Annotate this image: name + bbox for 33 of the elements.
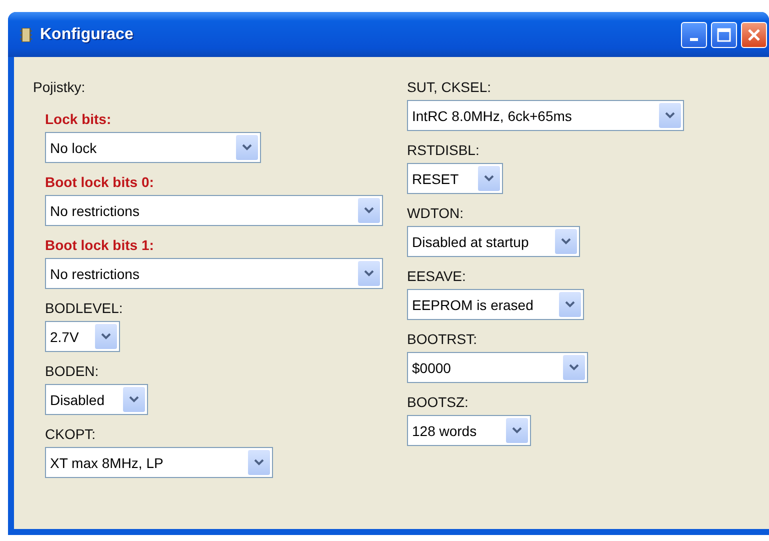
field-label: EESAVE: <box>407 268 467 285</box>
close-button[interactable] <box>741 22 767 48</box>
field-label: WDTON: <box>407 205 465 222</box>
dropdown[interactable]: No restrictions <box>45 195 383 226</box>
field-label: RSTDISBL: <box>407 142 480 159</box>
dropdown[interactable]: 2.7V <box>45 321 120 352</box>
field-label: BOOTSZ: <box>407 394 470 411</box>
field-label: Lock bits: <box>45 111 112 128</box>
field-label: SUT, CKSEL: <box>407 79 492 96</box>
dropdown[interactable]: 128 words <box>407 415 531 446</box>
window-title: Konfigurace <box>40 26 134 44</box>
chip-icon <box>20 28 32 42</box>
field-label: BODLEVEL: <box>45 300 124 317</box>
maximize-icon <box>717 28 731 42</box>
dropdown[interactable]: Disabled at startup <box>407 226 580 257</box>
dropdown[interactable]: No restrictions <box>45 258 383 289</box>
dropdown[interactable]: No lock <box>45 132 261 163</box>
field-label: CKOPT: <box>45 426 97 443</box>
minimize-icon <box>690 38 698 41</box>
minimize-button[interactable] <box>681 22 707 48</box>
dropdown[interactable]: RESET <box>407 163 503 194</box>
field-label: Boot lock bits 1: <box>45 237 155 254</box>
group-label: Pojistky: <box>33 79 86 96</box>
dropdown[interactable]: $0000 <box>407 352 588 383</box>
close-icon <box>747 28 761 42</box>
field-label: BOOTRST: <box>407 331 478 348</box>
dropdown[interactable]: Disabled <box>45 384 148 415</box>
maximize-button[interactable] <box>711 22 737 48</box>
dropdown[interactable]: IntRC 8.0MHz, 6ck+65ms <box>407 100 684 131</box>
dropdown[interactable]: XT max 8MHz, LP <box>45 447 273 478</box>
field-label: Boot lock bits 0: <box>45 174 155 191</box>
dropdown[interactable]: EEPROM is erased <box>407 289 584 320</box>
field-label: BODEN: <box>45 363 100 380</box>
